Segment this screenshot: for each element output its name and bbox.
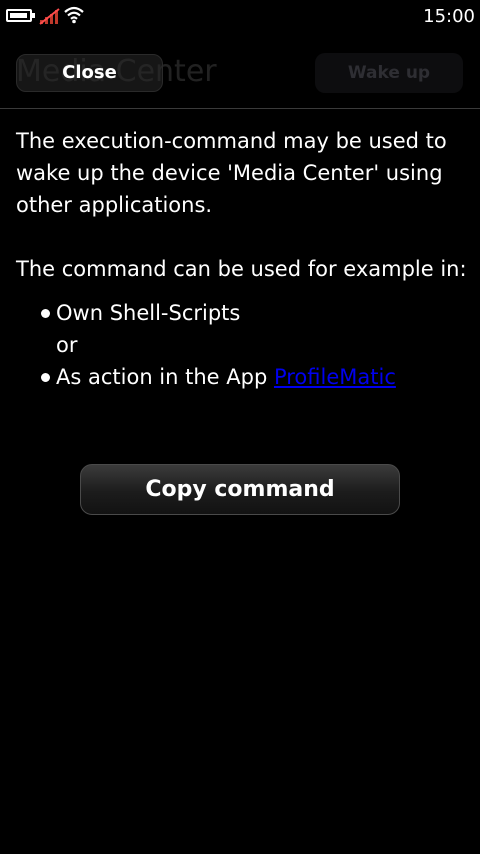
usage-list: Own Shell-Scripts or As action in the Ap… xyxy=(16,297,472,393)
description-paragraph: The execution-command may be used to wak… xyxy=(16,129,447,217)
description: The execution-command may be used to wak… xyxy=(16,125,472,393)
bullet-icon xyxy=(41,373,50,382)
bullet-icon xyxy=(41,309,50,318)
wifi-icon xyxy=(64,6,84,24)
list-item: As action in the App ProfileMatic xyxy=(16,361,472,393)
header: Media Center Close Wake up xyxy=(0,34,480,109)
profilematic-link[interactable]: ProfileMatic xyxy=(274,365,396,389)
list-item: Own Shell-Scripts xyxy=(16,297,472,329)
list-item-label: As action in the App xyxy=(56,365,274,389)
battery-icon xyxy=(6,9,35,22)
signal-icon xyxy=(39,8,60,25)
copy-command-button[interactable]: Copy command xyxy=(80,464,400,515)
wake-up-button[interactable]: Wake up xyxy=(315,53,463,93)
status-bar: 15:00 xyxy=(0,0,480,34)
close-button[interactable]: Close xyxy=(16,54,163,92)
list-separator: or xyxy=(56,333,78,357)
clock: 15:00 xyxy=(423,6,475,27)
list-item-label: Own Shell-Scripts xyxy=(56,301,241,325)
usage-paragraph: The command can be used for example in: xyxy=(16,257,467,281)
